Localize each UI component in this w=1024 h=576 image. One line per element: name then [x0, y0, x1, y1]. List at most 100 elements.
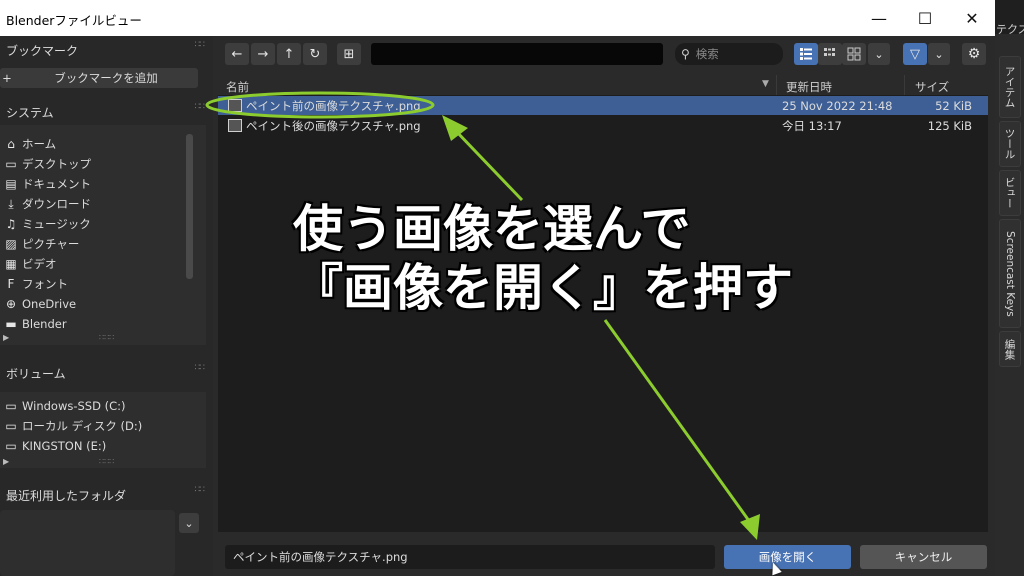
sidebar-item-label: Blender	[22, 317, 67, 331]
cancel-button[interactable]: キャンセル	[860, 545, 987, 569]
sidebar-item[interactable]: ⤓ ダウンロード	[0, 194, 190, 214]
system-scrollbar[interactable]	[186, 134, 193, 279]
directory-path-input[interactable]	[371, 43, 663, 65]
bookmarks-header[interactable]: ブックマーク ∷∷	[0, 37, 206, 61]
refresh-button[interactable]: ↻	[303, 43, 327, 65]
forward-button[interactable]: →	[251, 43, 275, 65]
column-size[interactable]: サイズ	[915, 79, 949, 95]
filter-settings-chevron-icon[interactable]: ⌄	[928, 43, 950, 65]
image-file-icon	[228, 99, 242, 112]
sidebar-item-label: ビデオ	[22, 257, 57, 271]
volumes-header[interactable]: ボリューム ∷∷	[0, 360, 206, 384]
sidebar-item[interactable]: ♫ ミュージック	[0, 214, 190, 234]
collapse-arrow-icon[interactable]: ▶	[3, 457, 9, 466]
file-size: 52 KiB	[935, 98, 972, 113]
sidebar-item[interactable]: ▨ ピクチャー	[0, 234, 190, 254]
sidebar-item[interactable]: ▭ デスクトップ	[0, 154, 190, 174]
file-list-header: 名前 ▼ 更新日時 サイズ	[218, 75, 988, 95]
recent-list	[0, 510, 175, 576]
resize-grip-icon[interactable]: ∷∷∷	[99, 457, 114, 466]
sort-arrow-icon[interactable]: ▼	[762, 79, 769, 89]
annotation-line-1: 使う画像を選んで	[293, 200, 691, 258]
file-name: ペイント前の画像テクスチャ.png	[246, 98, 421, 113]
back-button[interactable]: ←	[225, 43, 249, 65]
drive-icon: ▭	[5, 439, 17, 453]
grip-icon[interactable]: ∷∷	[195, 363, 206, 373]
column-name[interactable]: 名前	[226, 79, 249, 95]
columns-view-icon	[824, 48, 835, 56]
volume-item-label: Windows-SSD (C:)	[22, 399, 126, 413]
sidebar-item[interactable]: ⌂ ホーム	[0, 134, 190, 154]
annotation-text: 使う画像を選んで 『画像を開く』を押す	[293, 200, 793, 318]
annotation-line-2: 『画像を開く』を押す	[293, 259, 793, 317]
parent-directory-button[interactable]: ↑	[277, 43, 301, 65]
volume-item-label: ローカル ディスク (D:)	[22, 419, 143, 433]
tab-tool[interactable]: ツール	[999, 121, 1021, 167]
gear-icon[interactable]: ⚙	[962, 43, 986, 65]
grip-icon[interactable]: ∷∷	[195, 485, 206, 495]
tab-edit[interactable]: 編集	[999, 331, 1021, 367]
close-button[interactable]: ✕	[949, 0, 995, 36]
sidebar-item-label: フォント	[22, 277, 68, 291]
drive-icon: ▭	[5, 419, 17, 433]
volume-item-label: KINGSTON (E:)	[22, 439, 107, 453]
recent-header[interactable]: 最近利用したフォルダ ∷∷	[0, 482, 206, 506]
recent-header-label: 最近利用したフォルダ	[6, 489, 127, 503]
drive-icon: ▭	[5, 399, 17, 413]
grid-view-icon	[847, 47, 861, 61]
filter-icon: ▽	[910, 46, 920, 62]
grip-icon[interactable]: ∷∷	[195, 102, 206, 112]
tab-screencast-keys[interactable]: Screencast Keys	[999, 219, 1021, 328]
sidebar-item-label: ホーム	[22, 137, 57, 151]
volume-item[interactable]: ▭ KINGSTON (E:)	[0, 436, 190, 456]
home-icon: ⌂	[7, 137, 15, 151]
file-size: 125 KiB	[927, 118, 972, 133]
column-date[interactable]: 更新日時	[786, 79, 832, 95]
pictures-icon: ▨	[5, 237, 17, 251]
sidebar-item[interactable]: ▤ ドキュメント	[0, 174, 190, 194]
file-row[interactable]: ペイント後の画像テクスチャ.png 今日 13:17 125 KiB	[218, 116, 988, 135]
sidebar-item[interactable]: ▦ ビデオ	[0, 254, 190, 274]
filename-input[interactable]: ペイント前の画像テクスチャ.png	[225, 545, 715, 569]
tab-view[interactable]: ビュー	[999, 170, 1021, 216]
sidebar-item[interactable]: ▬ Blender	[0, 314, 190, 334]
sidebar-item-label: デスクトップ	[22, 157, 91, 171]
vertical-list-view-button[interactable]	[794, 43, 818, 65]
thumbnail-view-button[interactable]	[842, 43, 866, 65]
minimize-button[interactable]: —	[856, 0, 902, 36]
tab-item[interactable]: アイテム	[999, 56, 1021, 118]
desktop-icon: ▭	[5, 157, 17, 171]
sidebar-item[interactable]: F フォント	[0, 274, 190, 294]
filter-toggle-button[interactable]: ▽	[903, 43, 927, 65]
download-icon: ⤓	[8, 196, 14, 211]
file-date: 25 Nov 2022 21:48	[782, 98, 893, 113]
system-header-label: システム	[6, 106, 54, 120]
system-header[interactable]: システム ∷∷	[0, 99, 206, 123]
plus-icon: +	[2, 71, 12, 85]
chevron-down-icon[interactable]: ⌄	[179, 513, 199, 533]
search-input[interactable]: ⚲ 検索	[675, 43, 783, 65]
image-file-icon	[228, 119, 242, 132]
right-panel-top-label: テクス	[995, 0, 1024, 34]
file-date: 今日 13:17	[782, 118, 842, 133]
new-folder-button[interactable]: ⊞	[337, 43, 361, 65]
collapse-arrow-icon[interactable]: ▶	[3, 333, 9, 342]
file-row[interactable]: ペイント前の画像テクスチャ.png 25 Nov 2022 21:48 52 KiB	[218, 96, 988, 115]
resize-grip-icon[interactable]: ∷∷∷	[99, 333, 114, 342]
sidebar-item-label: ダウンロード	[22, 197, 91, 211]
horizontal-list-view-button[interactable]	[818, 43, 842, 65]
open-image-button[interactable]: 画像を開く	[724, 545, 851, 569]
display-settings-chevron-icon[interactable]: ⌄	[868, 43, 890, 65]
volumes-header-label: ボリューム	[6, 367, 66, 381]
sidebar-item[interactable]: ⊕ OneDrive	[0, 294, 190, 314]
add-bookmark-button[interactable]: + ブックマークを追加	[0, 68, 198, 88]
music-icon: ♫	[5, 217, 17, 231]
maximize-button[interactable]: ☐	[902, 0, 948, 36]
globe-icon: ⊕	[5, 297, 17, 311]
video-icon: ▦	[5, 257, 17, 271]
grip-icon[interactable]: ∷∷	[195, 40, 206, 50]
sidebar-item-label: ピクチャー	[22, 237, 80, 251]
volume-item[interactable]: ▭ Windows-SSD (C:)	[0, 396, 190, 416]
volume-item[interactable]: ▭ ローカル ディスク (D:)	[0, 416, 190, 436]
sidebar-item-label: ミュージック	[22, 217, 91, 231]
